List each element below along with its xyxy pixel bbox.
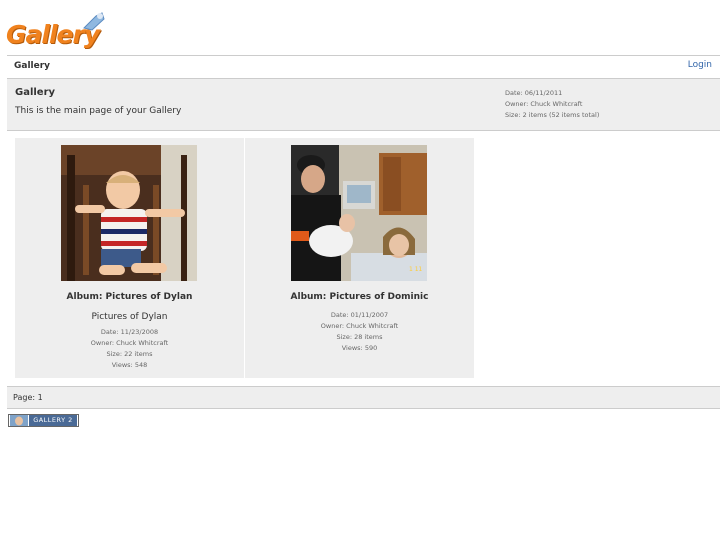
logo-sparkle-icon (83, 12, 105, 31)
album-card-dominic: 1 11 Album: Pictures of Dominic Date: 01… (245, 138, 474, 378)
album-title[interactable]: Album: Pictures of Dylan (15, 292, 244, 302)
gallery-logo[interactable]: Gallery (6, 10, 106, 52)
gallery2-badge[interactable]: GALLERY 2 (8, 414, 79, 427)
album-meta: Date: 11/23/2008 Owner: Chuck Whitcraft … (15, 327, 244, 371)
album-size: Size: 22 items (106, 350, 153, 358)
pager-label: Page: (13, 393, 36, 402)
album-thumbnail-dylan[interactable] (61, 145, 197, 281)
gallery-size: Size: 2 items (52 items total) (505, 111, 600, 119)
album-size: Size: 28 items (336, 333, 383, 341)
breadcrumb: Gallery (14, 61, 51, 71)
album-meta: Date: 01/11/2007 Owner: Chuck Whitcraft … (245, 310, 474, 354)
gallery-owner: Owner: Chuck Whitcraft (505, 100, 583, 108)
pager-bar: Page: 1 (7, 386, 720, 409)
album-date: Date: 11/23/2008 (100, 328, 159, 336)
gallery-date: Date: 06/11/2011 (505, 89, 563, 97)
pager: Page: 1 (13, 393, 43, 402)
album-views: Views: 548 (111, 361, 148, 369)
album-owner: Owner: Chuck Whitcraft (320, 322, 399, 330)
album-card-dylan: Album: Pictures of Dylan Pictures of Dyl… (15, 138, 244, 378)
gallery2-face-icon (10, 415, 28, 426)
gallery-description: This is the main page of your Gallery (15, 106, 182, 116)
svg-text:1 11: 1 11 (409, 266, 423, 273)
album-title[interactable]: Album: Pictures of Dominic (245, 292, 474, 302)
album-date: Date: 01/11/2007 (330, 311, 389, 319)
breadcrumb-bar: Gallery Login (7, 55, 720, 78)
gallery2-badge-text: GALLERY 2 (29, 415, 77, 426)
album-owner: Owner: Chuck Whitcraft (90, 339, 169, 347)
gallery-header-panel: Gallery This is the main page of your Ga… (7, 78, 720, 131)
gallery-meta: Date: 06/11/2011 Owner: Chuck Whitcraft … (505, 88, 599, 121)
album-description: Pictures of Dylan (91, 312, 168, 322)
page-title: Gallery (15, 87, 56, 98)
pager-current-page: 1 (37, 393, 43, 402)
album-thumbnail-dominic[interactable]: 1 11 (291, 145, 427, 281)
album-views: Views: 590 (341, 344, 378, 352)
login-link[interactable]: Login (688, 60, 712, 70)
